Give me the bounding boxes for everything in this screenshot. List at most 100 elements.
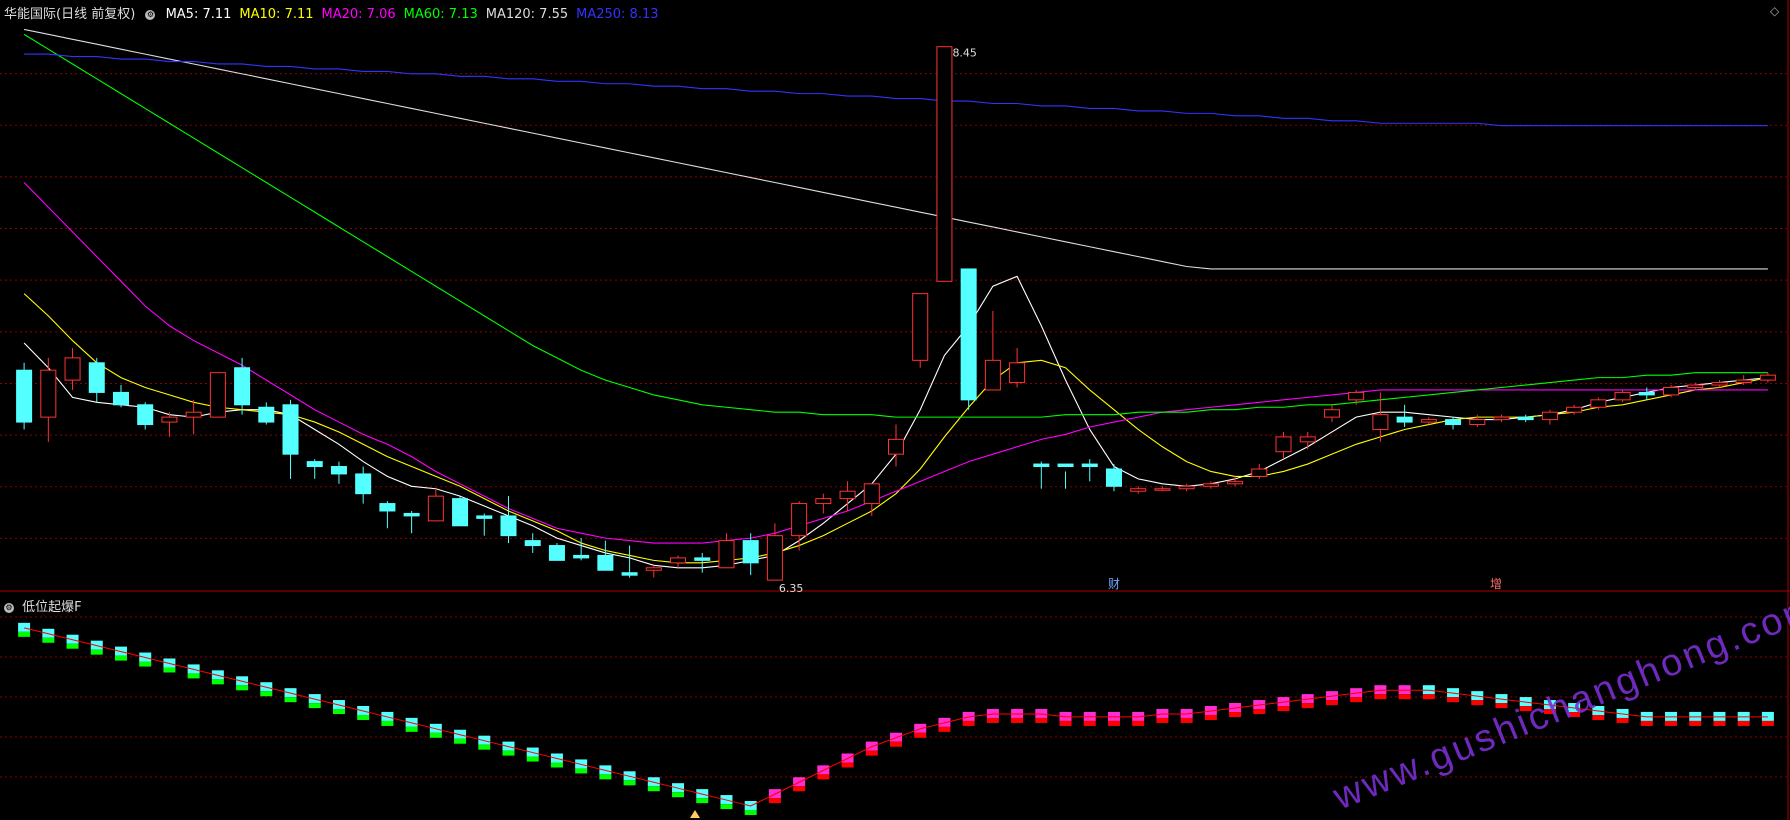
- indicator-bar-base: [1761, 720, 1774, 726]
- indicator-bar-base: [1350, 697, 1363, 703]
- watermark-text: www.gushichanghong.com: [1327, 585, 1790, 818]
- candle-body: [694, 557, 711, 561]
- indicator-bar-base: [1059, 720, 1072, 726]
- collapse-diamond-icon[interactable]: ◇: [1770, 4, 1784, 18]
- candle-body: [1105, 468, 1122, 487]
- ma-line-ma20: [23, 182, 1768, 544]
- indicator-settings-icon[interactable]: ⚙: [4, 602, 14, 613]
- event-marker-increase: 增: [1490, 577, 1502, 591]
- candle-body: [355, 473, 372, 495]
- ma-line-ma60: [23, 33, 1768, 418]
- indicator-bar-base: [1277, 706, 1290, 712]
- candle-body: [1154, 488, 1171, 491]
- indicator-bar-base: [962, 720, 975, 726]
- candle-body: [185, 411, 202, 418]
- indicator-bar-base: [90, 649, 103, 655]
- indicator-bar-base: [817, 774, 830, 780]
- indicator-bar-base: [599, 774, 612, 780]
- candle-body: [427, 495, 444, 522]
- indicator-bar-base: [1229, 712, 1242, 718]
- indicator-bar-base: [187, 673, 200, 679]
- candle-body: [1130, 488, 1147, 492]
- candle-body: [645, 567, 662, 571]
- candle-body: [500, 515, 517, 537]
- indicator-bar-base: [1374, 694, 1387, 700]
- indicator-bar-base: [744, 810, 757, 815]
- ma-label-ma120: MA120: 7.55: [485, 7, 569, 22]
- candle-body: [1202, 483, 1219, 487]
- indicator-header: ⚙ 低位起爆F: [4, 596, 82, 615]
- ma-line-ma250: [24, 53, 1768, 127]
- candle-body: [258, 406, 275, 423]
- candle-body: [16, 369, 33, 423]
- candle-body: [936, 46, 953, 282]
- candle-body: [476, 515, 493, 519]
- stock-chart[interactable]: 8.45 6.35 财 增 www.gushichanghong.com 华能国际(日线…: [0, 0, 1790, 820]
- indicator-bar-base: [1325, 700, 1338, 706]
- candle-body: [137, 404, 154, 426]
- indicator-bar-base: [550, 762, 563, 768]
- candle-body: [670, 557, 687, 564]
- indicator-bar-base: [1422, 694, 1435, 700]
- indicator-bar-base: [986, 717, 999, 723]
- settings-circle-icon[interactable]: ⚙: [145, 9, 156, 20]
- ma-label-ma10: MA10: 7.11: [239, 7, 314, 22]
- indicator-bar-base: [914, 732, 927, 738]
- indicator-bar-base: [357, 714, 370, 720]
- indicator-bar-base: [768, 798, 781, 804]
- indicator-bar-base: [332, 709, 345, 715]
- indicator-bar-base: [1035, 717, 1048, 723]
- ma-label-ma60: MA60: 7.13: [403, 7, 478, 22]
- candle-body: [766, 535, 783, 581]
- indicator-bar-base: [236, 685, 249, 691]
- indicator-bar-base: [1204, 714, 1217, 720]
- candle-body: [1445, 419, 1462, 426]
- indicator-title: 低位起爆F: [22, 600, 82, 615]
- candle-body: [742, 540, 759, 564]
- indicator-bar-base: [163, 667, 176, 673]
- candle-body: [597, 554, 614, 571]
- indicator-bar-base: [1737, 720, 1750, 726]
- indicator-bar-base: [1083, 720, 1096, 726]
- candle-body: [839, 490, 856, 500]
- candle-body: [718, 540, 735, 569]
- candle-body: [1638, 391, 1655, 396]
- indicator-bar-base: [1301, 703, 1314, 709]
- buy-signal-marker: [690, 810, 700, 818]
- indicator-bar-base: [1713, 720, 1726, 726]
- candle-body: [64, 357, 81, 381]
- chart-canvas[interactable]: 8.45 6.35 财 增www.gushichanghong.com: [0, 0, 1790, 820]
- indicator-bar-base: [1616, 717, 1629, 723]
- ma-label-ma5: MA5: 7.11: [165, 7, 232, 22]
- indicator-bar-base: [42, 637, 55, 643]
- ma-line-ma120: [23, 28, 1768, 270]
- candle-body: [1469, 419, 1486, 426]
- candle-body: [282, 404, 299, 455]
- candle-body: [1033, 463, 1050, 468]
- candle-body: [330, 466, 347, 475]
- candle-body: [1057, 463, 1074, 468]
- indicator-bar-base: [865, 750, 878, 756]
- candle-body: [112, 391, 129, 406]
- candle-body: [1759, 374, 1776, 381]
- ma-label-ma250: MA250: 8.13: [576, 7, 659, 22]
- indicator-bar-base: [1398, 694, 1411, 700]
- indicator-bar-base: [1156, 717, 1169, 723]
- indicator-bar-base: [139, 661, 152, 667]
- indicator-bar-base: [308, 703, 321, 709]
- candle-body: [1566, 406, 1583, 413]
- indicator-bar-base: [1180, 717, 1193, 723]
- candle-body: [621, 572, 638, 576]
- indicator-bar-base: [260, 691, 273, 697]
- indicator-bar-base: [1132, 720, 1145, 726]
- indicator-bar-base: [454, 738, 467, 744]
- candle-body: [548, 545, 565, 561]
- indicator-bar-base: [696, 798, 709, 804]
- candle-body: [234, 367, 251, 406]
- indicator-bar-base: [381, 720, 394, 726]
- candle-body: [1372, 414, 1389, 430]
- chart-header: 华能国际(日线 前复权) ⚙ MA5: 7.11 MA10: 7.11 MA20: …: [4, 3, 673, 22]
- candle-body: [306, 461, 323, 468]
- indicator-bar-base: [429, 732, 442, 738]
- candle-body: [1081, 463, 1098, 468]
